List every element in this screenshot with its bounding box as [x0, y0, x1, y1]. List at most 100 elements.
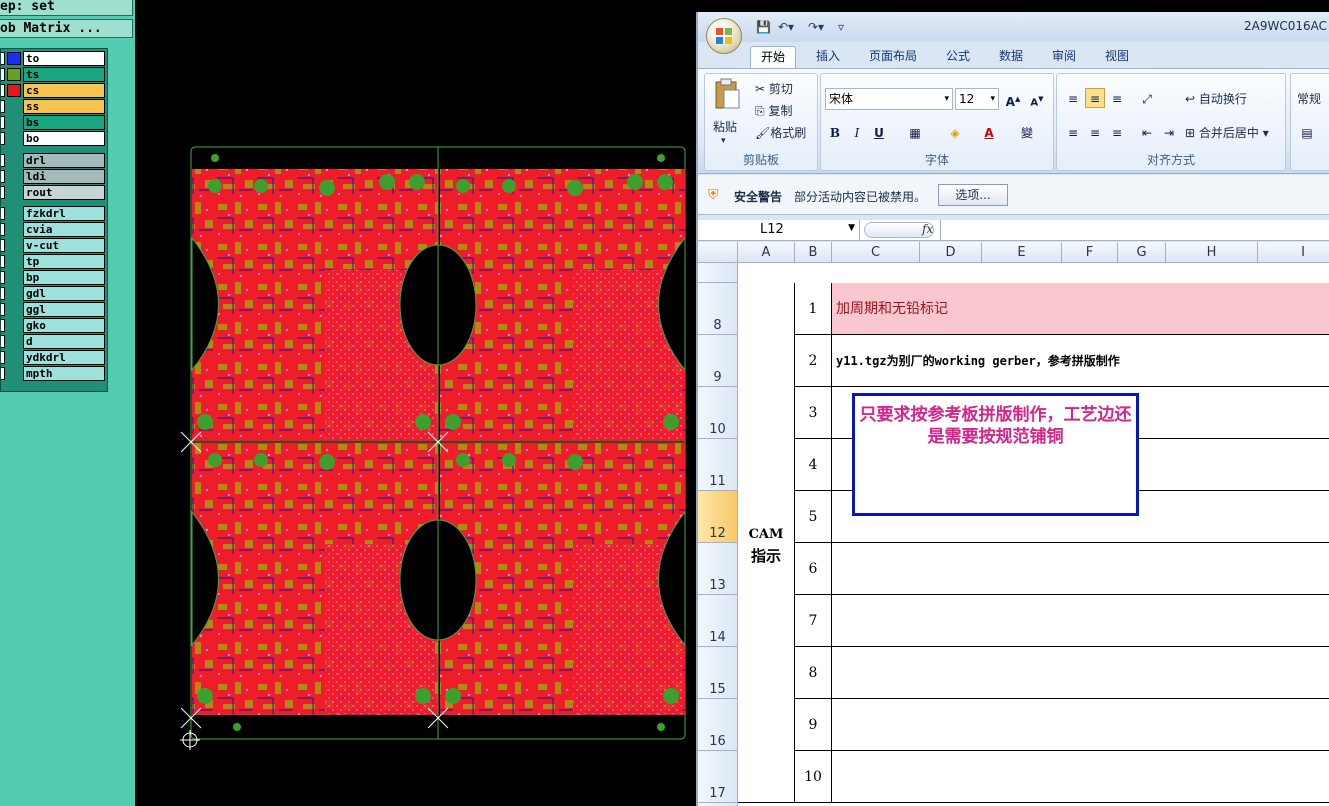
wrap-text-button[interactable]: ↩ 自动换行: [1185, 90, 1247, 107]
merge-center-button[interactable]: ⊞ 合并后居中 ▾: [1185, 124, 1269, 141]
layer-name[interactable]: cvia: [23, 222, 105, 237]
row-header[interactable]: 16: [698, 699, 738, 751]
row-header[interactable]: 8: [698, 283, 738, 335]
layer-row-gko[interactable]: gko: [1, 318, 107, 333]
row-header-partial[interactable]: [698, 263, 738, 283]
font-size-select[interactable]: 12 ▾: [955, 88, 999, 110]
layer-name[interactable]: drl: [23, 153, 105, 168]
layer-checkbox[interactable]: [1, 303, 5, 316]
layer-checkbox[interactable]: [1, 367, 5, 380]
customize-qat-icon[interactable]: ▿: [838, 20, 844, 34]
step-label[interactable]: ep: set: [0, 0, 133, 16]
layer-name[interactable]: gdl: [23, 286, 105, 301]
column-header[interactable]: B: [795, 242, 832, 263]
layer-name[interactable]: v-cut: [23, 238, 105, 253]
layer-checkbox[interactable]: [1, 170, 5, 183]
item-number-cell[interactable]: 10: [795, 751, 832, 803]
layer-row-gdl[interactable]: gdl: [1, 286, 107, 301]
align-top-icon[interactable]: ≡: [1063, 88, 1083, 108]
row-header[interactable]: 10: [698, 387, 738, 439]
number-format-select[interactable]: 常规: [1297, 90, 1321, 107]
align-left-icon[interactable]: ≡: [1063, 122, 1083, 142]
item-number-cell[interactable]: 4: [795, 439, 832, 491]
layer-checkbox[interactable]: [1, 287, 5, 300]
column-header[interactable]: I: [1258, 242, 1329, 263]
row-header[interactable]: 13: [698, 543, 738, 595]
layer-row-drl[interactable]: drl: [1, 153, 107, 168]
phonetic-icon[interactable]: 變: [1017, 122, 1037, 142]
italic-button[interactable]: I: [847, 122, 867, 142]
formula-input[interactable]: [940, 220, 1329, 240]
layer-name[interactable]: cs: [23, 83, 105, 98]
layer-color-swatch[interactable]: [7, 52, 21, 65]
layer-row-bp[interactable]: bp: [1, 270, 107, 285]
column-header[interactable]: H: [1166, 242, 1258, 263]
layer-checkbox[interactable]: [1, 223, 5, 236]
layer-name[interactable]: ggl: [23, 302, 105, 317]
grow-font-icon[interactable]: A▲: [1003, 88, 1023, 109]
layer-color-swatch[interactable]: [7, 84, 21, 97]
item-number-cell[interactable]: 8: [795, 647, 832, 699]
layer-checkbox[interactable]: [1, 154, 5, 167]
copy-button[interactable]: ⎘ 复制: [755, 102, 792, 119]
layer-name[interactable]: ss: [23, 99, 105, 114]
select-all-corner[interactable]: [698, 242, 738, 263]
layer-row-cvia[interactable]: cvia: [1, 222, 107, 237]
orientation-icon[interactable]: ⤢: [1137, 88, 1157, 108]
column-header[interactable]: A: [738, 242, 795, 263]
increase-indent-icon[interactable]: ⇥: [1159, 122, 1179, 142]
layer-row-bs[interactable]: bs: [1, 115, 107, 130]
job-matrix-button[interactable]: ob Matrix ...: [0, 19, 133, 38]
layer-name[interactable]: rout: [23, 185, 105, 200]
name-box[interactable]: L12 ▼: [702, 220, 860, 240]
layer-checkbox[interactable]: [1, 271, 5, 284]
instruction-cell[interactable]: 加周期和无铅标记: [832, 283, 1329, 335]
cam-instruction-cell[interactable]: CAM 指示: [738, 283, 795, 803]
instruction-cell[interactable]: [832, 647, 1329, 699]
layer-row-ldi[interactable]: ldi: [1, 169, 107, 184]
pcb-graphic-view[interactable]: [135, 0, 696, 806]
column-header[interactable]: E: [982, 242, 1062, 263]
layer-name[interactable]: d: [23, 334, 105, 349]
instruction-cell[interactable]: [832, 699, 1329, 751]
layer-row-ss[interactable]: ss: [1, 99, 107, 114]
security-options-button[interactable]: 选项...: [938, 184, 1008, 206]
row-header[interactable]: 9: [698, 335, 738, 387]
layer-checkbox[interactable]: [1, 52, 5, 65]
layer-name[interactable]: gko: [23, 318, 105, 333]
layer-row-fzkdrl[interactable]: fzkdrl: [1, 206, 107, 221]
layer-name[interactable]: ldi: [23, 169, 105, 184]
instruction-cell[interactable]: [832, 751, 1329, 803]
worksheet-grid[interactable]: 8 1 加周期和无铅标记 9 2 y11.tgz为别厂的working gerber，参考…: [698, 263, 1329, 806]
item-number-cell[interactable]: 9: [795, 699, 832, 751]
tab-home[interactable]: 开始: [750, 46, 797, 68]
instruction-cell[interactable]: y11.tgz为别厂的working gerber，参考拼版制作: [832, 335, 1329, 387]
paste-icon[interactable]: [713, 76, 741, 110]
item-number-cell[interactable]: 2: [795, 335, 832, 387]
column-header[interactable]: F: [1062, 242, 1118, 263]
comment-box[interactable]: 只要求按参考板拼版制作，工艺边还是需要按规范铺铜: [852, 393, 1139, 516]
layer-checkbox[interactable]: [1, 335, 5, 348]
border-icon[interactable]: ▦: [905, 122, 925, 142]
align-middle-icon[interactable]: ≡: [1085, 88, 1105, 108]
layer-name[interactable]: ts: [23, 67, 105, 82]
align-bottom-icon[interactable]: ≡: [1107, 88, 1127, 108]
column-header[interactable]: D: [920, 242, 982, 263]
row-header[interactable]: 14: [698, 595, 738, 647]
layer-checkbox[interactable]: [1, 255, 5, 268]
layer-name[interactable]: bs: [23, 115, 105, 130]
layer-checkbox[interactable]: [1, 239, 5, 252]
instruction-cell[interactable]: [832, 543, 1329, 595]
layer-row-bo[interactable]: bo: [1, 131, 107, 146]
shrink-font-icon[interactable]: A▼: [1027, 88, 1047, 108]
layer-name[interactable]: mpth: [23, 366, 105, 381]
function-icon[interactable]: fx: [922, 222, 933, 236]
tab-page-layout[interactable]: 页面布局: [859, 46, 927, 68]
layer-row-to[interactable]: to: [1, 51, 107, 66]
bold-button[interactable]: B: [825, 122, 845, 142]
item-number-cell[interactable]: 7: [795, 595, 832, 647]
layer-checkbox[interactable]: [1, 132, 5, 145]
item-number-cell[interactable]: 3: [795, 387, 832, 439]
accounting-format-icon[interactable]: ▤: [1297, 122, 1317, 142]
layer-name[interactable]: tp: [23, 254, 105, 269]
